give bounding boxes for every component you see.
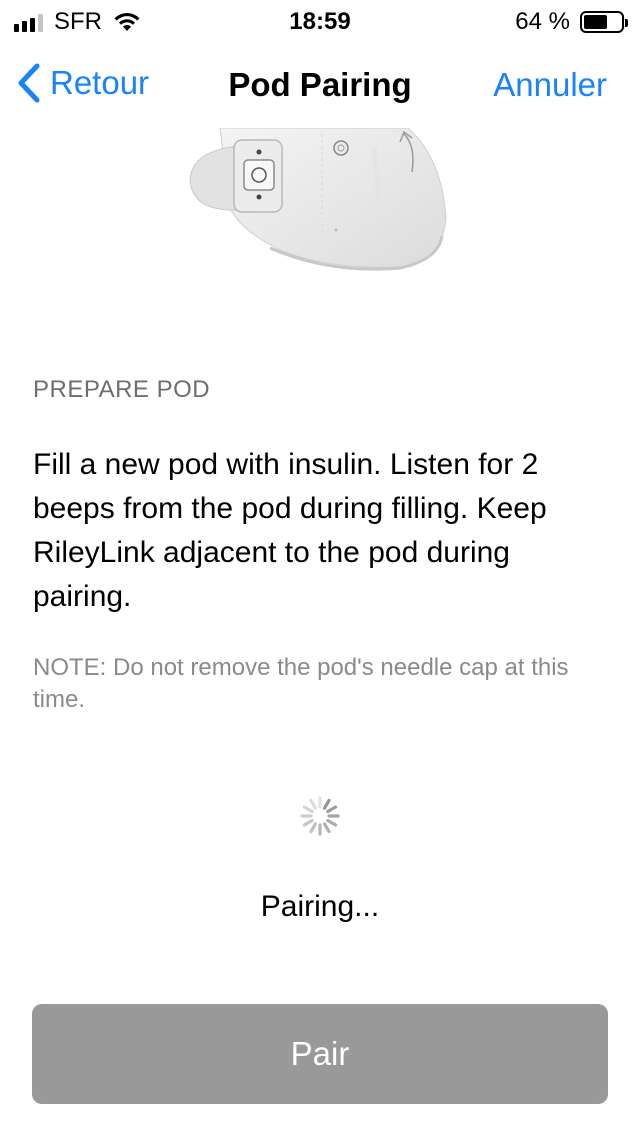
battery-tip — [625, 19, 628, 27]
status-bar-right: 64 % — [515, 8, 628, 36]
pairing-instructions: Fill a new pod with insulin. Listen for … — [33, 448, 547, 613]
spinner-tick — [302, 805, 314, 814]
spinner-tick — [309, 822, 318, 834]
navigation-bar: Retour Pod Pairing Annuler — [0, 40, 640, 128]
cancel-button[interactable]: Annuler — [493, 66, 607, 104]
pair-button[interactable]: Pair — [32, 1004, 608, 1104]
spinner-tick — [326, 818, 338, 827]
spinner-tick — [322, 798, 331, 810]
spinner-tick — [322, 822, 331, 834]
activity-spinner-icon — [300, 796, 340, 836]
needle-cap-note: NOTE: Do not remove the pod's needle cap… — [33, 654, 569, 713]
pod-pairing-screen: SFR 18:59 64 % Retour Pod Pairing Annule… — [0, 0, 640, 1136]
battery-level-fill — [584, 15, 607, 29]
pair-button-label: Pair — [290, 1035, 350, 1072]
pod-illustration — [189, 128, 447, 271]
spinner-tick — [326, 805, 338, 814]
section-header: PREPARE POD — [33, 376, 211, 403]
spinner-tick — [309, 798, 318, 810]
spinner-tick — [302, 818, 314, 827]
battery-percentage: 64 % — [515, 8, 570, 35]
status-bar: SFR 18:59 64 % — [0, 0, 640, 40]
pairing-status: Pairing... — [260, 890, 380, 923]
battery-icon — [580, 11, 628, 33]
